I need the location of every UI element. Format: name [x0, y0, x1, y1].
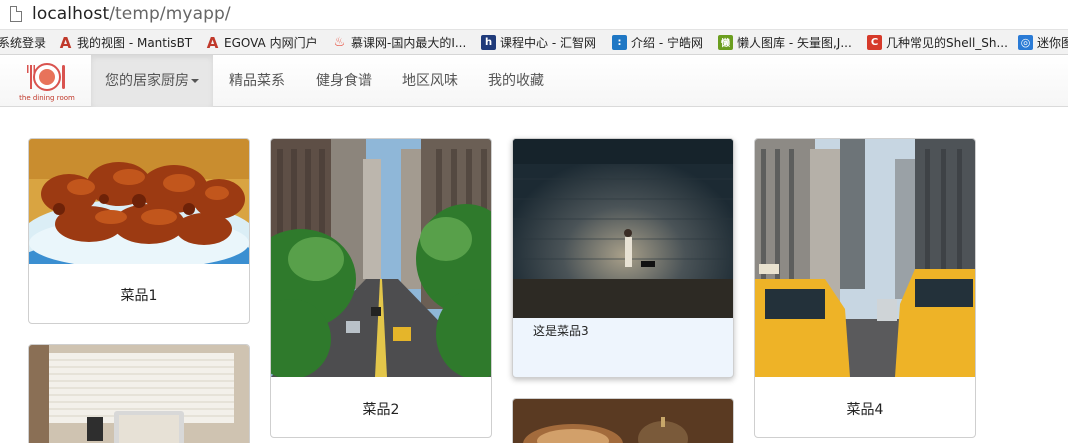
bookmark-label: 几种常见的Shell_Sh... — [886, 36, 1008, 50]
nav-fitness-recipes[interactable]: 健身食谱 — [302, 55, 386, 107]
city-street-photo — [271, 139, 491, 377]
top-navbar: the dining room 您的居家厨房 精品菜系 健身食谱 地区风味 我的… — [0, 55, 1068, 107]
imooc-icon: ♨ — [333, 35, 346, 50]
caret-down-icon — [191, 79, 199, 83]
hubwiz-icon: h — [481, 35, 496, 50]
bookmark-label: 课程中心 - 汇智网 — [500, 36, 596, 50]
dining-logo-icon — [27, 63, 65, 91]
card-caption: 菜品2 — [362, 402, 400, 418]
nav-regional-flavors[interactable]: 地区风味 — [388, 55, 472, 107]
nav-label: 健身食谱 — [316, 73, 372, 89]
bookmark-label: 介绍 - 宁皓网 — [631, 36, 703, 50]
nav-home-kitchen[interactable]: 您的居家厨房 — [91, 55, 213, 107]
bookmark-label: 懒人图库 - 矢量图,J... — [737, 36, 852, 50]
brand-logo[interactable]: the dining room — [18, 60, 76, 104]
bookmark-label: 迷你图 — [1037, 36, 1068, 50]
egova-icon: A — [206, 33, 219, 52]
dish-card[interactable] — [28, 344, 250, 443]
url-host: localhost — [32, 4, 110, 24]
ninghao-icon: : — [612, 35, 627, 50]
bookmark-item[interactable]: ♨ 慕课网-国内最大的I... — [332, 34, 467, 51]
dish-card[interactable]: 这是菜品3 — [512, 138, 734, 378]
page-icon — [10, 6, 22, 22]
fried-food-photo — [29, 139, 249, 264]
url-path: /temp/myapp/ — [109, 4, 231, 24]
globe-icon: ◎ — [1018, 35, 1033, 50]
card-caption: 菜品1 — [120, 288, 158, 304]
bookmark-label: EGOVA 内网门户 — [224, 36, 318, 50]
bookmark-label: 我的视图 - MantisBT — [77, 36, 193, 50]
nav-favorites[interactable]: 我的收藏 — [474, 55, 558, 107]
bookmark-item[interactable]: A EGOVA 内网门户 — [205, 33, 318, 52]
dish-card[interactable] — [512, 398, 734, 443]
bookmark-label: 系统登录 — [0, 36, 47, 50]
bookmark-item[interactable]: h 课程中心 - 汇智网 — [481, 34, 596, 51]
card-caption: 这是菜品3 — [533, 324, 589, 338]
nav-label: 地区风味 — [402, 73, 458, 89]
window-desk-photo — [29, 345, 249, 443]
bookmarks-bar: 系统登录 A 我的视图 - MantisBT A EGOVA 内网门户 ♨ 慕课… — [0, 30, 1068, 55]
bookmark-item[interactable]: : 介绍 - 宁皓网 — [612, 34, 703, 51]
dish-card[interactable]: 菜品2 — [270, 138, 492, 438]
bookmark-item[interactable]: C 几种常见的Shell_Sh... — [867, 34, 1008, 51]
url-text[interactable]: localhost/temp/myapp/ — [32, 4, 231, 24]
lanrentuku-icon: 懒 — [718, 35, 733, 50]
csdn-icon: C — [867, 35, 882, 50]
dish-card[interactable]: 菜品1 — [28, 138, 250, 324]
card-caption: 菜品4 — [846, 402, 884, 418]
bookmark-item[interactable]: ◎ 迷你图 — [1018, 34, 1068, 51]
mantis-icon: A — [59, 33, 72, 52]
nav-label: 精品菜系 — [229, 73, 285, 89]
bookmark-item[interactable]: A 我的视图 - MantisBT — [58, 33, 193, 52]
bookmark-item[interactable]: 懒 懒人图库 - 矢量图,J... — [718, 34, 852, 51]
dish-card[interactable]: 菜品4 — [754, 138, 976, 438]
bookmark-label: 慕课网-国内最大的I... — [351, 36, 467, 50]
bookmark-item[interactable]: 系统登录 — [0, 34, 46, 51]
taxi-street-photo — [755, 139, 975, 377]
nav-label: 我的收藏 — [488, 73, 544, 89]
coffee-photo — [513, 399, 733, 443]
address-bar[interactable]: localhost/temp/myapp/ — [0, 0, 1068, 30]
nav-premium-cuisine[interactable]: 精品菜系 — [215, 55, 299, 107]
nav-label: 您的居家厨房 — [105, 73, 189, 89]
wall-night-photo — [513, 139, 733, 318]
brand-text: the dining room — [19, 94, 75, 102]
